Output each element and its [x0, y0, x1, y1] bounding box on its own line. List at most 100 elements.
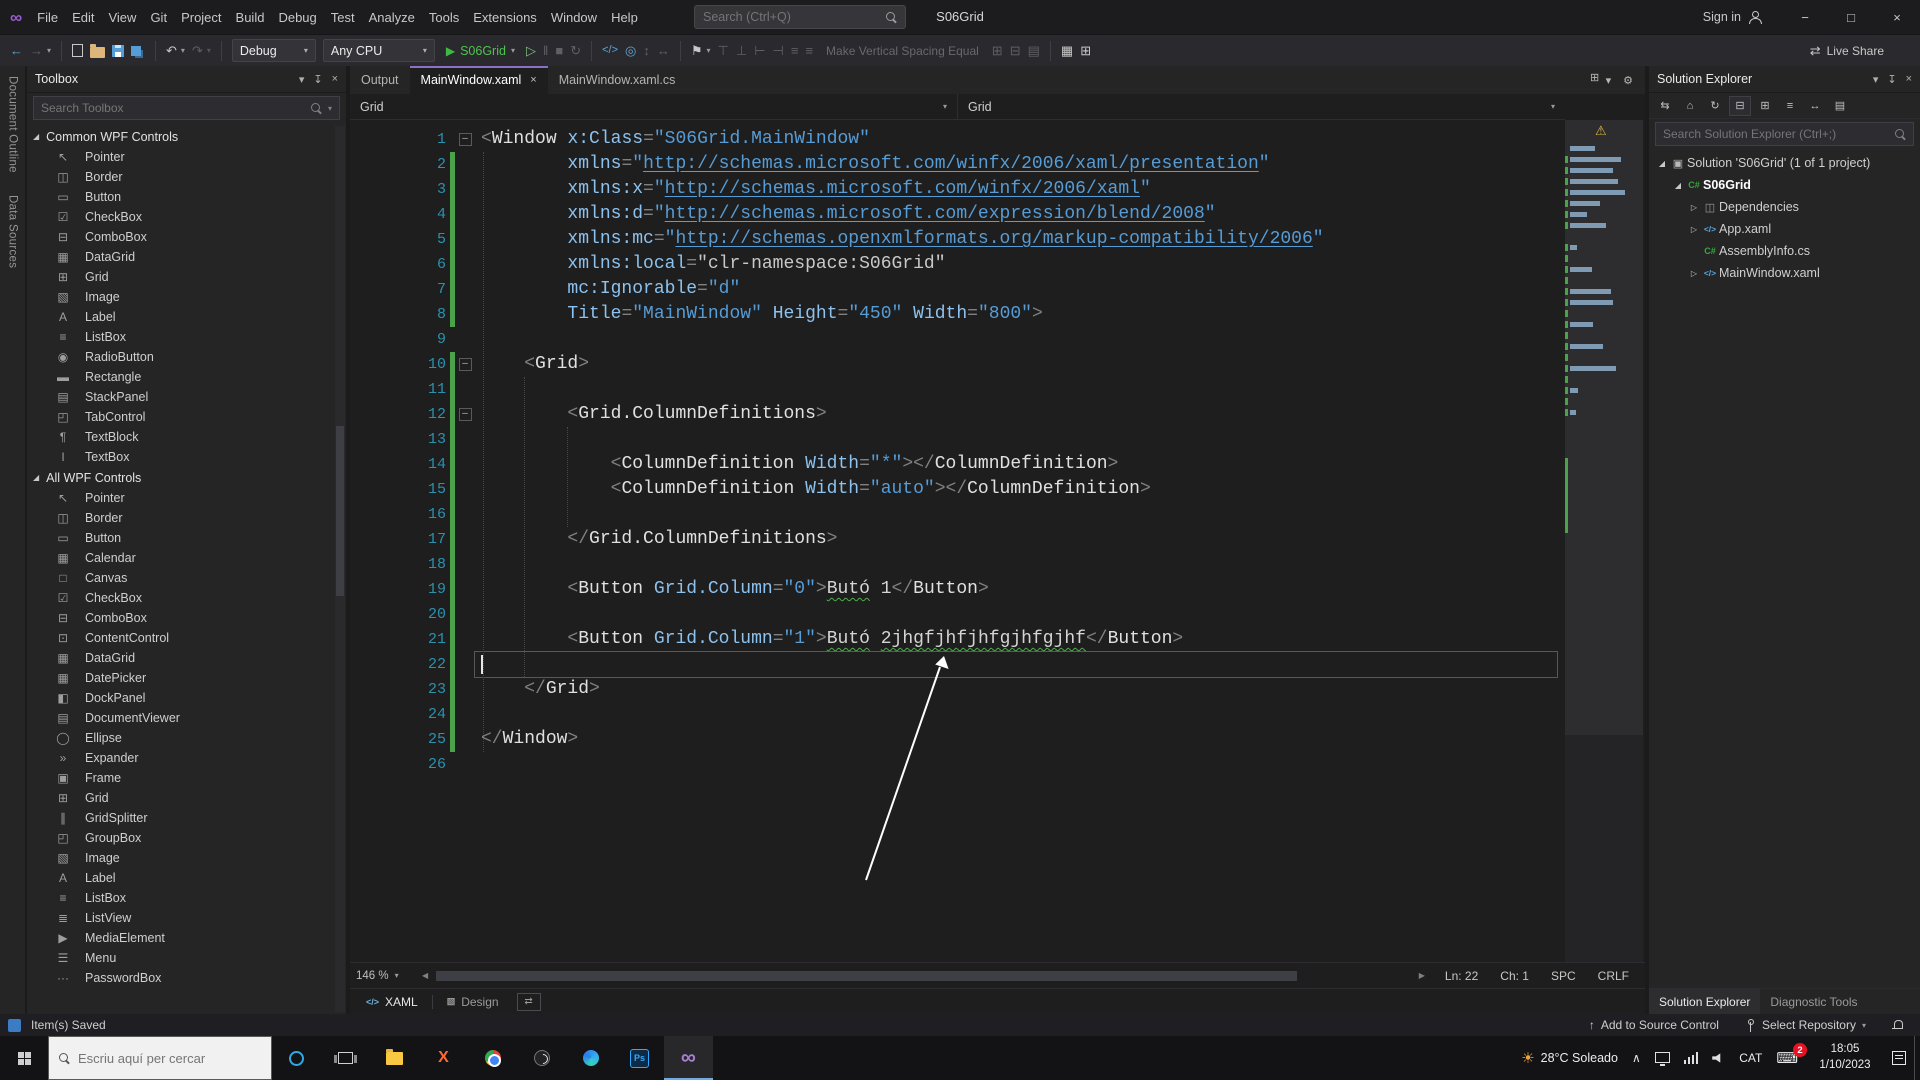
toolbox-item-image[interactable]: ▧Image [27, 848, 334, 868]
toolbox-item-checkbox[interactable]: ☑CheckBox [27, 207, 334, 227]
toolbox-item-radiobutton[interactable]: ◉RadioButton [27, 347, 334, 367]
navigate-back-icon[interactable]: ← [10, 44, 23, 57]
solution-toolbar-icon-2[interactable]: ↻ [1704, 96, 1726, 116]
close-icon[interactable]: × [332, 73, 338, 86]
taskbar-search[interactable] [48, 1036, 272, 1080]
save-icon[interactable] [112, 45, 124, 57]
window-position-icon[interactable]: ▾ [1873, 73, 1879, 86]
solution-platforms-dropdown[interactable]: Any CPU ▾ [323, 39, 435, 62]
window-position-icon[interactable]: ▾ [299, 73, 305, 86]
start-button[interactable] [0, 1036, 48, 1080]
task-view-button[interactable] [321, 1036, 370, 1080]
toolbox-item-frame[interactable]: ▣Frame [27, 768, 334, 788]
solution-explorer-header[interactable]: Solution Explorer ▾ ↧ × [1649, 66, 1920, 93]
toolbox-item-ellipse[interactable]: ◯Ellipse [27, 728, 334, 748]
weather-widget[interactable]: ☀ 28°C Soleado [1521, 1049, 1618, 1067]
toolbox-item-combobox[interactable]: ⊟ComboBox [27, 608, 334, 628]
bookmark-icon[interactable]: ⚑ [691, 44, 703, 57]
tree-item-s06grid[interactable]: ◢C#S06Grid [1649, 174, 1920, 196]
new-file-icon[interactable] [72, 44, 83, 57]
code-line-9[interactable]: 9 [350, 327, 1645, 352]
toolbox-header[interactable]: Toolbox ▾ ↧ × [27, 66, 346, 93]
collapsed-arrow-icon[interactable]: ▷ [1687, 203, 1701, 212]
grid-icon[interactable]: ▦ [1061, 44, 1073, 57]
display-icon[interactable] [1655, 1052, 1670, 1063]
solution-toolbar-icon-5[interactable]: ≡ [1779, 96, 1801, 116]
menu-build[interactable]: Build [229, 6, 272, 29]
code-line-7[interactable]: 7 mc:Ignorable="d" [350, 277, 1645, 302]
menu-analyze[interactable]: Analyze [362, 6, 422, 29]
tree-item-solution-s06grid-1-of-1-project[interactable]: ◢▣Solution 'S06Grid' (1 of 1 project) [1649, 152, 1920, 174]
code-line-18[interactable]: 18 [350, 552, 1645, 577]
toolbox-item-button[interactable]: ▭Button [27, 528, 334, 548]
taskbar-search-input[interactable] [78, 1051, 261, 1066]
code-line-22[interactable]: 22 [350, 652, 1645, 677]
chevron-down-icon[interactable]: ▾ [47, 46, 51, 55]
menu-tools[interactable]: Tools [422, 6, 466, 29]
toolbox-item-listview[interactable]: ≣ListView [27, 908, 334, 928]
toolbox-item-groupbox[interactable]: ◰GroupBox [27, 828, 334, 848]
live-share-button[interactable]: ⇄ Live Share [1810, 44, 1910, 58]
side-tab-data-sources[interactable]: Data Sources [7, 195, 19, 268]
toolbox-item-datagrid[interactable]: ▦DataGrid [27, 247, 334, 267]
x-app-button[interactable]: X [419, 1036, 468, 1080]
select-repository-button[interactable]: Select Repository ▾ [1745, 1018, 1866, 1032]
toolbox-item-grid[interactable]: ⊞Grid [27, 788, 334, 808]
code-line-15[interactable]: 15 <ColumnDefinition Width="auto"></Colu… [350, 477, 1645, 502]
menu-git[interactable]: Git [143, 6, 174, 29]
keyboard-icon[interactable]: ⌨ 2 [1776, 1049, 1798, 1067]
language-indicator[interactable]: CAT [1739, 1051, 1762, 1065]
show-desktop-button[interactable] [1914, 1036, 1920, 1080]
collapsed-arrow-icon[interactable]: ▷ [1687, 225, 1701, 234]
toolbox-item-label[interactable]: ALabel [27, 868, 334, 888]
code-line-24[interactable]: 24 [350, 702, 1645, 727]
toolbox-item-gridsplitter[interactable]: ∥GridSplitter [27, 808, 334, 828]
solution-toolbar-icon-7[interactable]: ▤ [1829, 96, 1851, 116]
tree-item-mainwindow-xaml[interactable]: ▷</>MainWindow.xaml [1649, 262, 1920, 284]
toolbox-item-passwordbox[interactable]: ···PasswordBox [27, 968, 334, 988]
close-tab-icon[interactable]: × [530, 74, 536, 86]
code-line-26[interactable]: 26 [350, 752, 1645, 777]
solution-toolbar-icon-1[interactable]: ⌂ [1679, 96, 1701, 116]
toolbox-item-textbox[interactable]: ITextBox [27, 447, 334, 467]
visual-studio-button[interactable]: ∞ [664, 1036, 713, 1080]
code-line-4[interactable]: 4 xmlns:d="http://schemas.microsoft.com/… [350, 202, 1645, 227]
toolbox-item-border[interactable]: ◫Border [27, 167, 334, 187]
edge-button[interactable] [566, 1036, 615, 1080]
toolbox-item-canvas[interactable]: □Canvas [27, 568, 334, 588]
breadcrumb-element-right[interactable]: Grid ▾ [958, 94, 1565, 119]
toolbox-item-dockpanel[interactable]: ◧DockPanel [27, 688, 334, 708]
code-line-20[interactable]: 20 [350, 602, 1645, 627]
solution-toolbar-icon-0[interactable]: ⇆ [1654, 96, 1676, 116]
expanded-arrow-icon[interactable]: ◢ [1655, 159, 1669, 168]
volume-icon[interactable] [1712, 1053, 1725, 1064]
menu-debug[interactable]: Debug [271, 6, 323, 29]
toolbox-item-mediaelement[interactable]: ▶MediaElement [27, 928, 334, 948]
code-editor[interactable]: 1–<Window x:Class="S06Grid.MainWindow"2 … [350, 120, 1645, 962]
toolbox-item-rectangle[interactable]: ▬Rectangle [27, 367, 334, 387]
solution-configurations-dropdown[interactable]: Debug ▾ [232, 39, 316, 62]
tab-design[interactable]: ▧ Design [437, 989, 509, 1014]
maximize-button[interactable]: □ [1828, 0, 1874, 34]
toolbox-item-label[interactable]: ALabel [27, 307, 334, 327]
editor-tab-mainwindow-xaml-cs[interactable]: MainWindow.xaml.cs [548, 66, 687, 94]
tree-item-assemblyinfo-cs[interactable]: C#AssemblyInfo.cs [1649, 240, 1920, 262]
toolbox-item-datepicker[interactable]: ▦DatePicker [27, 668, 334, 688]
scrollbar-thumb[interactable] [336, 426, 344, 596]
toolbox-item-pointer[interactable]: ↖Pointer [27, 147, 334, 167]
gear-icon[interactable]: ⚙ [1623, 74, 1633, 87]
toolbox-item-pointer[interactable]: ↖Pointer [27, 488, 334, 508]
solution-search[interactable] [1655, 122, 1914, 146]
dark-circle-app-button[interactable] [517, 1036, 566, 1080]
toolbox-search-input[interactable] [41, 101, 305, 115]
fold-collapse-button[interactable]: – [459, 133, 472, 146]
tray-expand-icon[interactable]: ∧ [1632, 1051, 1641, 1065]
navigate-forward-icon[interactable]: → [30, 44, 43, 57]
menu-view[interactable]: View [101, 6, 143, 29]
scrollbar-thumb[interactable] [436, 971, 1297, 981]
code-line-16[interactable]: 16 [350, 502, 1645, 527]
zoom-control[interactable]: 146 % ▾ [356, 970, 418, 982]
fold-collapse-button[interactable]: – [459, 358, 472, 371]
toolbox-item-checkbox[interactable]: ☑CheckBox [27, 588, 334, 608]
menu-window[interactable]: Window [544, 6, 604, 29]
